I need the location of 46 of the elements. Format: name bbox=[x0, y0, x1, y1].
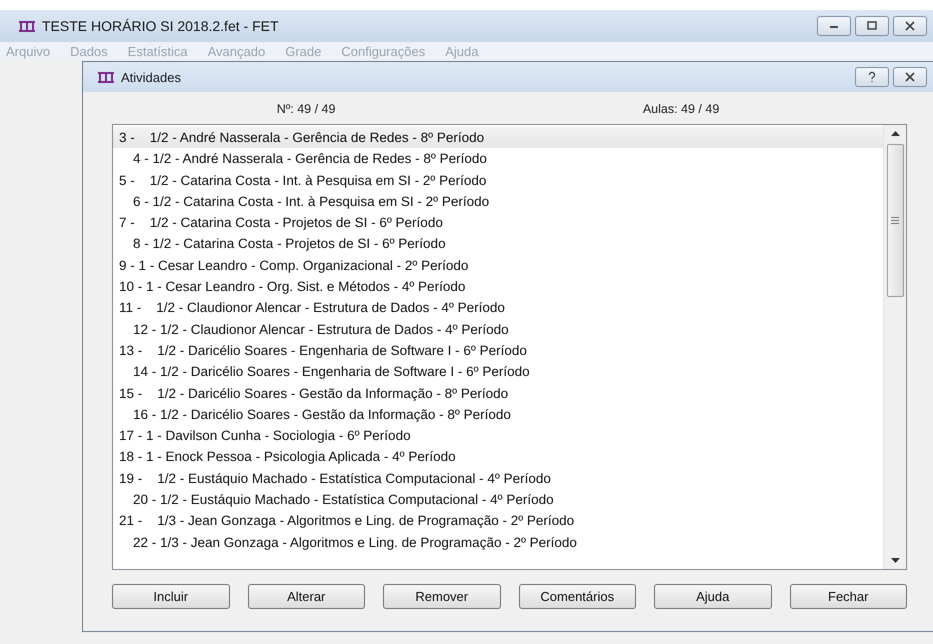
maximize-button[interactable] bbox=[855, 16, 889, 36]
activity-list-item[interactable]: 5 - 1/2 - Catarina Costa - Int. à Pesquisa em SI - 2º Período bbox=[113, 170, 883, 191]
activity-list-item[interactable]: 13 - 1/2 - Daricélio Soares - Engenharia de Software I - 6º Período bbox=[113, 340, 883, 362]
dialog-button[interactable]: Ajuda bbox=[654, 584, 772, 609]
close-icon bbox=[904, 21, 916, 31]
activity-list-item[interactable]: 12 - 1/2 - Claudionor Alencar - Estrutura de Dados - 4º Período bbox=[113, 318, 883, 340]
dialog-button[interactable]: Incluir bbox=[112, 584, 230, 609]
scroll-up-icon[interactable] bbox=[890, 131, 900, 136]
activity-list-item[interactable]: 3 - 1/2 - André Nasserala - Gerência de Redes - 8º Período bbox=[113, 127, 883, 148]
activity-list-item[interactable]: 15 - 1/2 - Daricélio Soares - Gestão da Informação - 8º Período bbox=[113, 382, 883, 404]
activity-list-item[interactable]: 14 - 1/2 - Daricélio Soares - Engenharia de Software I - 6º Período bbox=[113, 361, 883, 383]
activity-list-item[interactable]: 10 - 1 - Cesar Leandro - Org. Sist. e Métodos - 4º Período bbox=[113, 276, 883, 298]
activity-list-item[interactable]: 7 - 1/2 - Catarina Costa - Projetos de SI - 6º Período bbox=[113, 212, 883, 234]
dialog-title: Atividades bbox=[121, 70, 181, 84]
close-button[interactable] bbox=[893, 67, 927, 87]
grip-icon bbox=[891, 217, 899, 224]
dialog-button[interactable]: Alterar bbox=[248, 584, 365, 609]
activity-list-item[interactable]: 22 - 1/3 - Jean Gonzaga - Algoritmos e Ling. de Programação - 2º Período bbox=[113, 532, 883, 553]
dialog-button[interactable]: Comentários bbox=[518, 584, 636, 609]
scrollbar-thumb[interactable] bbox=[886, 144, 904, 297]
help-icon bbox=[866, 71, 878, 83]
dialog-button[interactable]: Remover bbox=[383, 584, 500, 609]
activity-count: Nº: 49 / 49 bbox=[276, 102, 336, 116]
minimize-button[interactable] bbox=[817, 16, 851, 36]
app-logo-icon bbox=[97, 70, 115, 84]
activity-list-item[interactable]: 6 - 1/2 - Catarina Costa - Int. à Pesquisa em SI - 2º Período bbox=[113, 190, 883, 212]
activity-list-item[interactable]: 11 - 1/2 - Claudionor Alencar - Estrutura de Dados - 4º Período bbox=[113, 297, 883, 319]
vertical-scrollbar[interactable] bbox=[883, 125, 906, 569]
maximize-icon bbox=[866, 21, 878, 31]
help-button[interactable] bbox=[855, 67, 889, 87]
activity-list-item[interactable]: 8 - 1/2 - Catarina Costa - Projetos de SI - 6º Período bbox=[113, 233, 883, 255]
lesson-count: Aulas: 49 / 49 bbox=[642, 102, 720, 116]
activity-list-item[interactable]: 17 - 1 - Davilson Cunha - Sociologia - 6º Período bbox=[113, 425, 883, 446]
activity-list-item[interactable]: 21 - 1/3 - Jean Gonzaga - Algoritmos e Ling. de Programação - 2º Período bbox=[113, 510, 883, 532]
close-icon bbox=[904, 72, 916, 82]
app-logo-icon bbox=[18, 19, 36, 33]
close-button[interactable] bbox=[893, 16, 927, 36]
activity-list-item[interactable]: 9 - 1 - Cesar Leandro - Comp. Organizacional - 2º Período bbox=[113, 254, 883, 276]
activity-list-item[interactable]: 18 - 1 - Enock Pessoa - Psicologia Aplicada - 4º Período bbox=[113, 446, 883, 468]
window-title: TESTE HORÁRIO SI 2018.2.fet - FET bbox=[42, 18, 279, 34]
activity-list-item[interactable]: 20 - 1/2 - Eustáquio Machado - Estatística Computacional - 4º Período bbox=[113, 489, 883, 510]
dialog-button[interactable]: Fechar bbox=[790, 584, 907, 609]
activity-list-item[interactable]: 4 - 1/2 - André Nasserala - Gerência de Redes - 8º Período bbox=[113, 148, 883, 170]
activity-list-item[interactable]: 16 - 1/2 - Daricélio Soares - Gestão da Informação - 8º Período bbox=[113, 404, 883, 426]
scroll-down-icon[interactable] bbox=[890, 558, 900, 563]
activity-list-item[interactable]: 19 - 1/2 - Eustáquio Machado - Estatística Computacional - 4º Período bbox=[113, 468, 883, 490]
